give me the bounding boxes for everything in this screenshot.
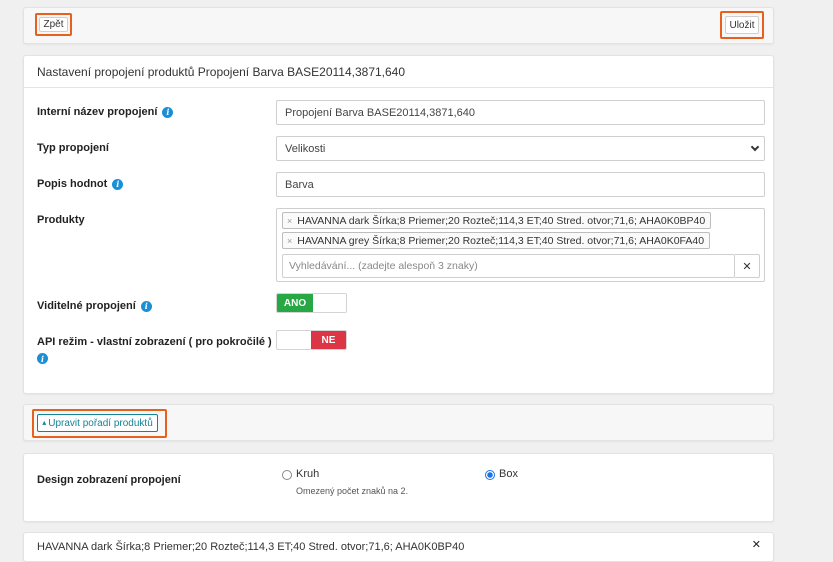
design-label: Design zobrazení propojení: [37, 474, 181, 486]
sort-icon: ▴: [42, 418, 47, 427]
product-tag[interactable]: × HAVANNA grey Šírka;8 Priemer;20 Rozteč…: [282, 232, 711, 249]
chevron-down-icon: [750, 142, 760, 152]
api-mode-toggle[interactable]: NE: [276, 330, 347, 350]
info-icon[interactable]: i: [162, 106, 174, 118]
panel-title: Nastavení propojení produktů Propojení B…: [24, 56, 773, 88]
circle-option-note: Omezený počet znaků na 2.: [296, 486, 409, 496]
circle-option-label[interactable]: Kruh: [296, 468, 319, 480]
search-clear-button[interactable]: ✕: [735, 254, 760, 278]
reorder-products-button[interactable]: ▴ Upravit pořadí produktů: [37, 414, 158, 432]
remove-tag-icon[interactable]: ×: [287, 236, 292, 246]
info-icon[interactable]: i: [140, 300, 152, 312]
toggle-on-label: ANO: [277, 294, 313, 312]
close-icon: ✕: [742, 260, 752, 273]
toggle-off-label: NE: [311, 331, 346, 349]
save-button[interactable]: Uložit: [725, 16, 759, 34]
internal-name-input[interactable]: Propojení Barva BASE20114,3871,640: [276, 100, 765, 125]
back-button[interactable]: Zpět: [39, 17, 68, 32]
products-label: Produkty: [37, 214, 85, 226]
order-bar: ▴ Upravit pořadí produktů: [23, 404, 774, 441]
product-search-input[interactable]: Vyhledávání... (zadejte alespoň 3 znaky): [282, 254, 735, 278]
visible-toggle[interactable]: ANO: [276, 293, 347, 313]
values-desc-input[interactable]: Barva: [276, 172, 765, 197]
box-option-label[interactable]: Box: [499, 468, 518, 480]
close-icon[interactable]: ✕: [752, 538, 761, 551]
products-multiselect[interactable]: × HAVANNA dark Šírka;8 Priemer;20 Rozteč…: [276, 208, 765, 282]
radio-circle[interactable]: [282, 470, 292, 480]
remove-tag-icon[interactable]: ×: [287, 216, 292, 226]
product-order-item: HAVANNA dark Šírka;8 Priemer;20 Rozteč;1…: [23, 532, 774, 562]
internal-name-label: Interní název propojení i: [37, 106, 174, 118]
radio-box[interactable]: [485, 470, 495, 480]
values-desc-label: Popis hodnot i: [37, 178, 124, 190]
info-icon[interactable]: i: [37, 353, 48, 364]
settings-panel: Nastavení propojení produktů Propojení B…: [23, 55, 774, 394]
product-tag[interactable]: × HAVANNA dark Šírka;8 Priemer;20 Rozteč…: [282, 212, 712, 229]
type-label: Typ propojení: [37, 142, 109, 154]
product-order-text: HAVANNA dark Šírka;8 Priemer;20 Rozteč;1…: [37, 541, 465, 553]
type-select[interactable]: Velikosti: [276, 136, 765, 161]
visible-label: Viditelné propojení i: [37, 300, 152, 312]
api-mode-label: API režim - vlastní zobrazení ( pro pokr…: [37, 336, 272, 348]
top-toolbar: Zpět Uložit: [23, 7, 774, 44]
design-panel: Design zobrazení propojení Kruh Omezený …: [23, 453, 774, 522]
info-icon[interactable]: i: [112, 178, 124, 190]
